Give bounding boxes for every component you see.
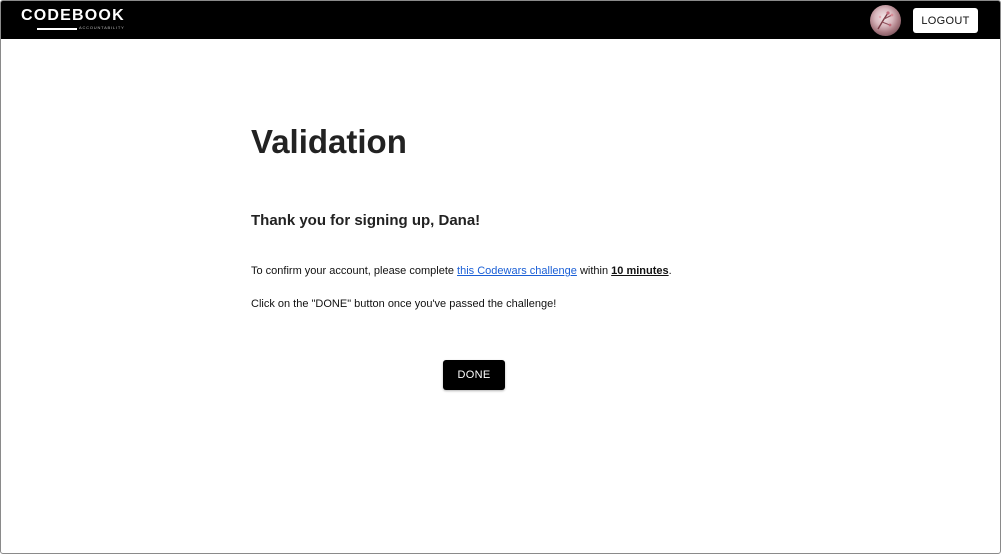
page-title: Validation (251, 123, 407, 160)
done-instructions: Click on the "DONE" button once you've p… (251, 298, 557, 310)
brand-name: CODEBOOK (21, 7, 125, 24)
signup-greeting: Thank you for signing up, Dana! (251, 212, 481, 229)
codebook-logo[interactable]: CODEBOOK ACCOUNTABILITY (21, 7, 133, 33)
instruction-middle: within (576, 265, 612, 277)
codewars-challenge-link[interactable]: this Codewars challenge (457, 265, 577, 277)
time-limit: 10 minutes (611, 265, 669, 277)
brand-tagline: ACCOUNTABILITY (79, 25, 125, 30)
done-button[interactable]: DONE (443, 360, 505, 390)
confirmation-instructions: To confirm your account, please complete… (251, 265, 672, 277)
logo-underline (37, 28, 77, 30)
logout-button[interactable]: LOGOUT (913, 8, 978, 33)
instruction-prefix: To confirm your account, please complete (251, 265, 458, 277)
top-navbar: CODEBOOK ACCOUNTABILITY LOGOUT (1, 1, 1000, 39)
app-window: CODEBOOK ACCOUNTABILITY LOGOUT Validatio… (0, 0, 1001, 554)
user-avatar-icon[interactable] (870, 5, 901, 36)
instruction-suffix: . (668, 265, 672, 277)
